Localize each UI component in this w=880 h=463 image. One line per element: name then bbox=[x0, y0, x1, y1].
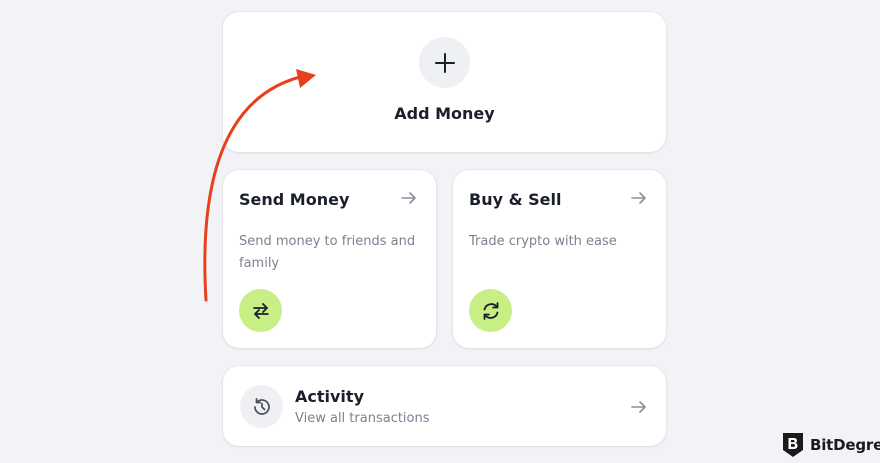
buy-sell-button[interactable] bbox=[469, 289, 512, 332]
send-money-card[interactable]: Send Money Send money to friends and fam… bbox=[223, 170, 436, 348]
bitdegree-logo-icon bbox=[783, 433, 803, 457]
send-money-title: Send Money bbox=[239, 190, 350, 209]
arrow-right-icon bbox=[631, 401, 646, 413]
send-money-description: Send money to friends and family bbox=[239, 234, 416, 271]
bitdegree-watermark: BitDegree bbox=[781, 431, 880, 459]
arrow-right-icon bbox=[631, 192, 646, 204]
buy-sell-card[interactable]: Buy & Sell Trade crypto with ease bbox=[453, 170, 666, 348]
send-money-button[interactable] bbox=[239, 289, 282, 332]
activity-icon-badge bbox=[240, 385, 283, 428]
plus-icon bbox=[434, 52, 455, 73]
arrow-right-icon bbox=[401, 192, 416, 204]
add-money-card[interactable]: Add Money bbox=[223, 12, 666, 152]
activity-title: Activity bbox=[295, 387, 364, 406]
history-icon bbox=[253, 397, 270, 415]
buy-sell-description: Trade crypto with ease bbox=[469, 234, 617, 249]
activity-subtitle: View all transactions bbox=[295, 411, 430, 426]
buy-sell-title: Buy & Sell bbox=[469, 190, 562, 209]
add-money-button[interactable] bbox=[419, 37, 470, 88]
refresh-icon bbox=[483, 301, 498, 320]
watermark-text: BitDegree bbox=[810, 436, 880, 454]
add-money-label: Add Money bbox=[394, 104, 495, 123]
swap-arrows-icon bbox=[252, 302, 269, 319]
activity-card[interactable]: Activity View all transactions bbox=[223, 366, 666, 446]
